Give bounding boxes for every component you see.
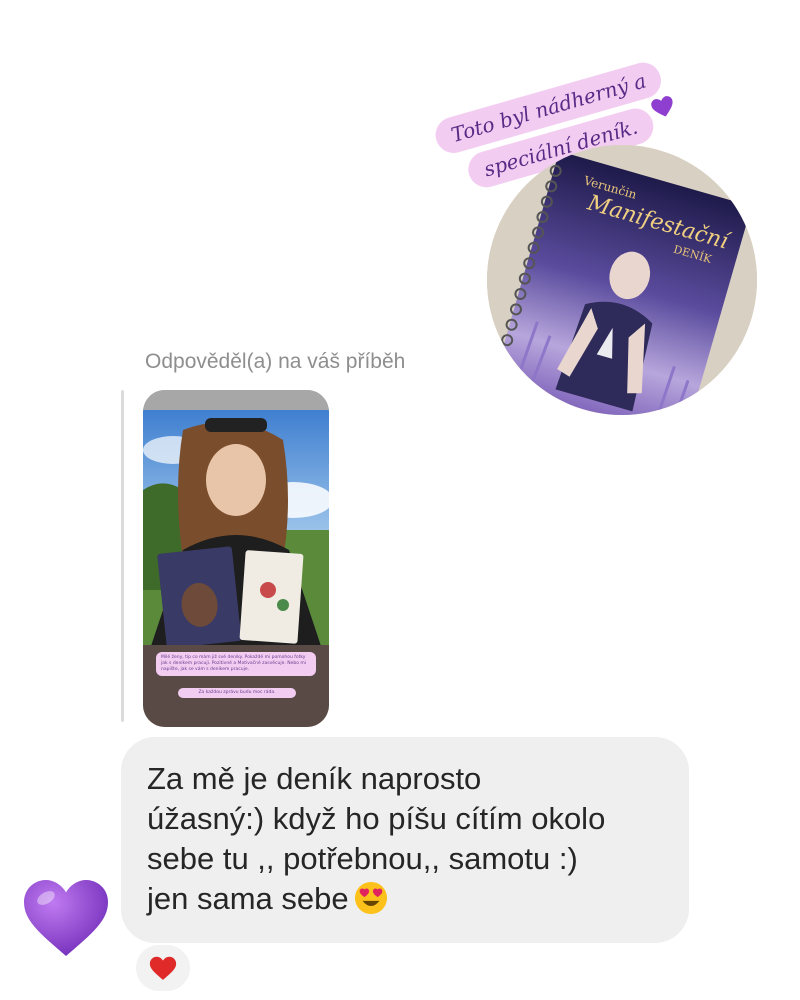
purple-heart-icon	[651, 96, 673, 117]
purple-heart-icon	[24, 880, 108, 956]
red-heart-icon	[149, 956, 177, 980]
reply-context-label: Odpověděl(a) na váš příběh	[145, 350, 406, 373]
reply-divider	[121, 390, 124, 722]
replied-story-card[interactable]: Milé ženy, tip co mám již své deníky. Po…	[143, 390, 329, 727]
story-caption: Milé ženy, tip co mám již své deníky. Po…	[156, 652, 316, 676]
journal-image: Verunčin Manifestační DENÍK	[487, 145, 757, 415]
message-bubble[interactable]: Za mě je deník naprosto úžasný:) když ho…	[121, 737, 689, 943]
story-caption-secondary: Za každou zprávu budu moc ráda.	[178, 688, 296, 698]
story-thumbnail[interactable]: Verunčin Manifestační DENÍK	[487, 145, 757, 415]
reaction-badge[interactable]	[134, 943, 192, 993]
story-photo	[143, 390, 329, 727]
heart-eyes-emoji-icon	[354, 881, 387, 915]
